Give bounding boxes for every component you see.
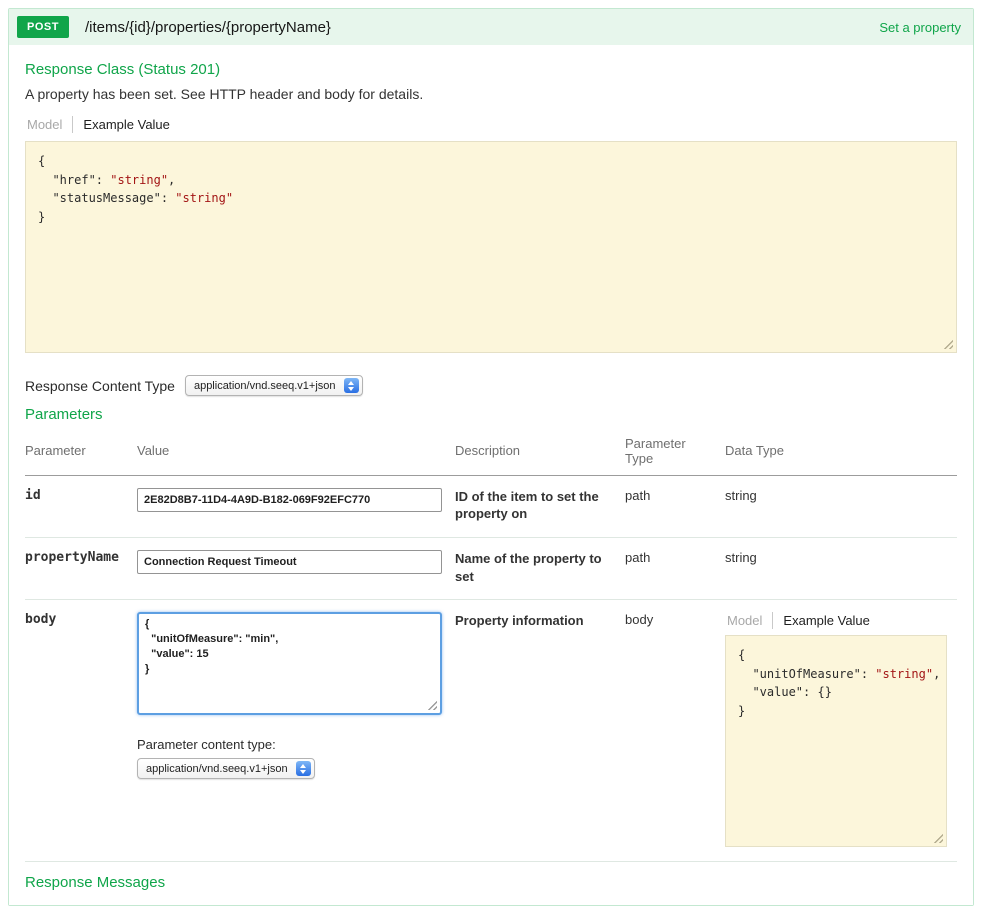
param-row-propertyname: propertyName Name of the property to set… bbox=[25, 537, 957, 599]
response-example-json: { "href": "string", "statusMessage": "st… bbox=[38, 152, 944, 226]
operation-summary-link[interactable]: Set a property bbox=[879, 20, 963, 35]
tab-example-value[interactable]: Example Value bbox=[773, 612, 879, 629]
body-textarea[interactable]: { "unitOfMeasure": "min", "value": 15 } bbox=[137, 612, 442, 715]
body-model-tabs: Model Example Value bbox=[725, 612, 947, 629]
response-content-type-select[interactable]: application/vnd.seeq.v1+json bbox=[185, 375, 363, 396]
parameters-heading: Parameters bbox=[25, 406, 957, 423]
resize-grip-icon[interactable] bbox=[942, 338, 953, 349]
tab-model[interactable]: Model bbox=[25, 116, 73, 133]
column-header-parameter-type: Parameter Type bbox=[625, 431, 725, 475]
parameter-content-type-value: application/vnd.seeq.v1+json bbox=[146, 763, 288, 775]
response-messages-heading: Response Messages bbox=[25, 874, 957, 891]
operation-header[interactable]: POST /items/{id}/properties/{propertyNam… bbox=[9, 9, 973, 45]
propertyname-value-input[interactable] bbox=[137, 550, 442, 574]
parameter-content-type-label: Parameter content type: bbox=[137, 737, 445, 752]
data-type-id: string bbox=[725, 475, 957, 537]
param-row-body: body { "unitOfMeasure": "min", "value": … bbox=[25, 600, 957, 862]
response-content-type-value: application/vnd.seeq.v1+json bbox=[194, 380, 336, 392]
param-description-propertyname: Name of the property to set bbox=[455, 537, 625, 599]
select-stepper-icon bbox=[296, 761, 311, 776]
parameter-content-type-select[interactable]: application/vnd.seeq.v1+json bbox=[137, 758, 315, 779]
param-type-propertyname: path bbox=[625, 537, 725, 599]
response-example-code-block: { "href": "string", "statusMessage": "st… bbox=[25, 141, 957, 353]
select-stepper-icon bbox=[344, 378, 359, 393]
data-type-propertyname: string bbox=[725, 537, 957, 599]
param-type-id: path bbox=[625, 475, 725, 537]
param-description-id: ID of the item to set the property on bbox=[455, 475, 625, 537]
parameters-table: Parameter Value Description Parameter Ty… bbox=[25, 431, 957, 862]
tab-model[interactable]: Model bbox=[725, 612, 773, 629]
parameters-header-row: Parameter Value Description Parameter Ty… bbox=[25, 431, 957, 475]
tab-example-value[interactable]: Example Value bbox=[73, 116, 179, 133]
param-name-body: body bbox=[25, 600, 137, 862]
param-name-id: id bbox=[25, 475, 137, 537]
body-example-code-block[interactable]: { "unitOfMeasure": "string", "value": {}… bbox=[725, 635, 947, 847]
operation-panel: POST /items/{id}/properties/{propertyNam… bbox=[8, 8, 974, 906]
param-name-propertyname: propertyName bbox=[25, 537, 137, 599]
param-description-body: Property information bbox=[455, 600, 625, 862]
column-header-parameter: Parameter bbox=[25, 431, 137, 475]
column-header-value: Value bbox=[137, 431, 455, 475]
http-method-badge: POST bbox=[17, 16, 69, 38]
id-value-input[interactable] bbox=[137, 488, 442, 512]
param-type-body: body bbox=[625, 600, 725, 862]
response-content-type-label: Response Content Type bbox=[25, 378, 175, 394]
response-class-tabs: Model Example Value bbox=[25, 116, 957, 133]
column-header-data-type: Data Type bbox=[725, 431, 957, 475]
response-class-heading: Response Class (Status 201) bbox=[25, 61, 957, 78]
endpoint-path-link[interactable]: /items/{id}/properties/{propertyName} bbox=[85, 19, 331, 36]
resize-grip-icon[interactable] bbox=[932, 832, 943, 843]
body-example-json: { "unitOfMeasure": "string", "value": {}… bbox=[738, 646, 934, 720]
column-header-description: Description bbox=[455, 431, 625, 475]
param-row-id: id ID of the item to set the property on… bbox=[25, 475, 957, 537]
operation-content: Response Class (Status 201) A property h… bbox=[9, 45, 973, 905]
response-class-description: A property has been set. See HTTP header… bbox=[25, 86, 957, 102]
